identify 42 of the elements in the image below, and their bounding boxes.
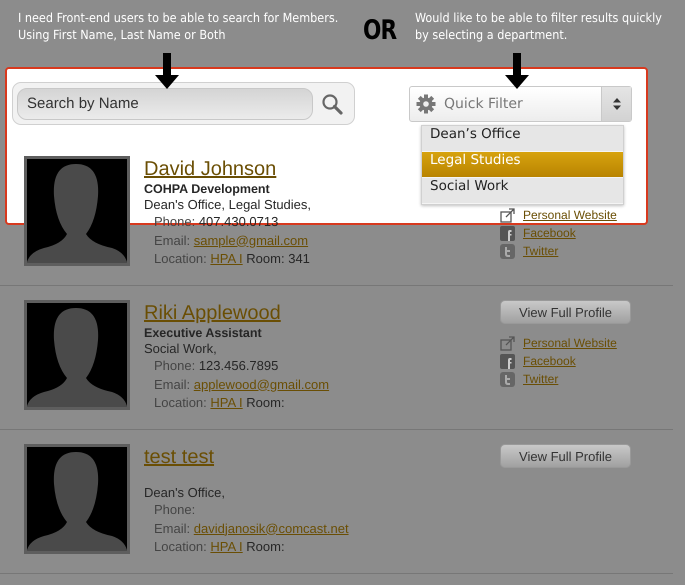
location-label: Location:	[154, 395, 207, 410]
location-link[interactable]: HPA I	[210, 539, 243, 554]
location-label: Location:	[154, 251, 207, 266]
dropdown-option[interactable]: Legal Studies	[422, 152, 623, 178]
member-name-link[interactable]: David Johnson	[144, 156, 276, 182]
email-link[interactable]: sample@gmail.com	[194, 232, 308, 248]
annotation-note: I need Front-end users to be able to search for Members. Using First Name, Last Name or Both	[18, 9, 340, 44]
member-title: COHPA Development	[144, 182, 270, 197]
profile-link[interactable]: Personal Website	[523, 336, 617, 350]
profile-link[interactable]: Facebook	[523, 354, 576, 368]
member-name-link[interactable]: test test	[144, 444, 214, 470]
room-label: Room:	[246, 395, 285, 410]
email-link[interactable]: applewood@gmail.com	[194, 376, 330, 392]
email-label: Email:	[154, 376, 190, 392]
room-label: Room:	[246, 251, 285, 266]
member-departments: Dean's Office, Legal Studies,	[144, 197, 312, 213]
phone-label: Phone:	[154, 358, 196, 373]
room-label: Room:	[246, 539, 285, 554]
room-value: 341	[288, 251, 310, 266]
location-label: Location:	[154, 539, 207, 554]
email-label: Email:	[154, 520, 190, 536]
quick-filter-select[interactable]: Quick Filter	[409, 86, 632, 122]
member-title: Executive Assistant	[144, 326, 262, 341]
profile-link[interactable]: Facebook	[523, 226, 576, 240]
email-label: Email:	[154, 232, 190, 248]
or-label: OR	[363, 16, 398, 48]
dropdown-option[interactable]: Social Work	[422, 178, 623, 204]
member-departments: Social Work,	[144, 341, 217, 357]
email-link[interactable]: davidjanosik@comcast.net	[194, 520, 349, 536]
view-profile-button[interactable]: View Full Profile	[500, 444, 631, 468]
location-link[interactable]: HPA I	[210, 395, 243, 410]
search-field[interactable]: Search by Name	[17, 88, 313, 120]
location-link[interactable]: HPA I	[210, 251, 243, 266]
annotation-note: Would like to be able to filter results quickly by selecting a department.	[415, 9, 662, 44]
member-name-link[interactable]: Riki Applewood	[144, 300, 281, 326]
profile-link[interactable]: Personal Website	[523, 208, 617, 222]
phone-value: 123.456.7895	[198, 358, 278, 373]
phone-label: Phone:	[154, 502, 196, 517]
member-departments: Dean's Office,	[144, 485, 226, 501]
view-profile-button[interactable]: View Full Profile	[500, 300, 631, 324]
profile-link[interactable]: Twitter	[523, 244, 558, 258]
profile-link[interactable]: Twitter	[523, 372, 558, 386]
